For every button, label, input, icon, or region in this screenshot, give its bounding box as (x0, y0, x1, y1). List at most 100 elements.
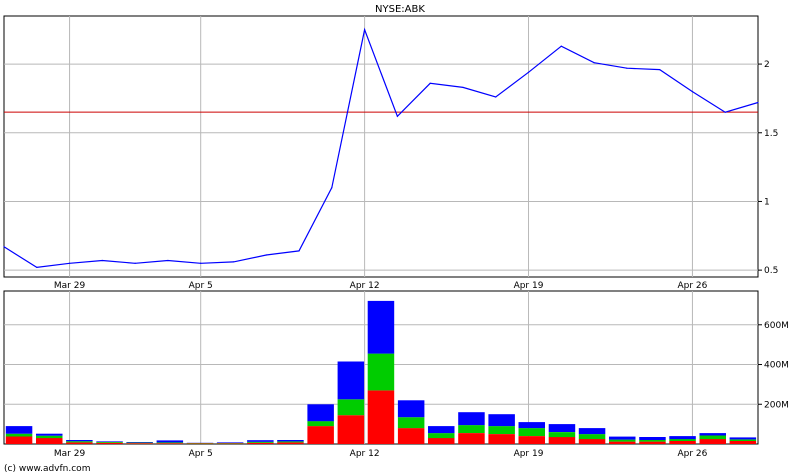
volume-bar-segment-green (729, 439, 757, 441)
volume-bar-segment-blue (639, 437, 666, 440)
volume-bar-segment-blue (699, 433, 726, 436)
price-x-tick-label: Apr 26 (677, 281, 707, 291)
price-point (134, 262, 136, 264)
volume-bar-segment-blue (216, 442, 244, 443)
price-point (396, 115, 398, 117)
chart-title: NYSE:ABK (375, 4, 425, 15)
volume-bar-segment-green (247, 441, 274, 443)
price-y-tick-label: 1.5 (764, 129, 778, 139)
price-point (331, 187, 333, 189)
volume-y-tick-label: 200M (764, 400, 789, 410)
price-point (36, 266, 38, 268)
price-point (560, 45, 562, 47)
volume-bar-segment-red (518, 436, 545, 444)
volume-bar-segment-red (458, 433, 485, 444)
volume-bar-segment-green (367, 353, 395, 391)
volume-bar-segment-red (548, 437, 576, 444)
volume-bar-segment-red (669, 441, 696, 444)
volume-bar-segment-blue (488, 414, 515, 427)
volume-panel: Mar 29 Apr 5 Apr 12 Apr 19 Apr 26 200M 400M 600… (3, 290, 789, 459)
price-frame (3, 15, 759, 278)
price-point (462, 86, 464, 89)
volume-bar-segment-red (216, 443, 244, 444)
volume-bar-segment-blue (36, 433, 63, 436)
price-point (691, 90, 694, 93)
volume-bar-segment-green (156, 442, 184, 444)
volume-bar-segment-green (277, 441, 304, 443)
volume-bar-segment-red (36, 438, 63, 444)
volume-bar-segment-red (126, 443, 153, 444)
volume-bar-segment-red (277, 442, 304, 444)
footer-credit: (c) www.advfn.com (4, 464, 90, 474)
volume-x-tick-label: Mar 29 (54, 449, 86, 459)
price-point (527, 71, 530, 73)
volume-bar-segment-green (669, 439, 696, 441)
volume-bar-segment-green (5, 433, 33, 437)
volume-bar-segment-red (639, 441, 666, 444)
price-point (429, 82, 431, 84)
price-point (232, 261, 235, 263)
volume-bar-segment-blue (578, 428, 606, 435)
volume-bar-segment-blue (5, 426, 33, 434)
volume-bar-segment-green (307, 421, 334, 427)
volume-bar-segment-blue (277, 440, 304, 442)
volume-x-tick-label: Apr 12 (350, 449, 380, 459)
volume-bar-segment-green (126, 442, 153, 444)
volume-bar-segment-red (367, 390, 395, 444)
volume-bar-segment-blue (307, 404, 334, 422)
price-point (200, 262, 202, 264)
price-panel: Mar 29 Apr 5 Apr 12 Apr 19 Apr 26 0.5 1 1.5 2 (3, 15, 778, 291)
price-x-tick-label: Apr 5 (189, 281, 213, 291)
price-point (68, 262, 71, 264)
volume-bar-segment-red (156, 443, 184, 444)
price-point (626, 67, 628, 69)
price-point (265, 254, 267, 256)
volume-bar-segment-green (518, 428, 545, 436)
chart-canvas: NYSE:ABK Mar 29 Apr 5 Apr 12 Apr 19 Apr 26 0.… (3, 4, 789, 474)
volume-y-tick-label: 600M (764, 321, 789, 331)
volume-bar-segment-green (699, 435, 726, 440)
volume-bar-segment-red (66, 442, 93, 444)
volume-bar-segment-red (337, 415, 365, 444)
volume-bar-segment-green (397, 417, 425, 429)
volume-bar-segment-blue (669, 436, 696, 440)
volume-y-tick-label: 400M (764, 361, 789, 371)
volume-bar-segment-red (428, 438, 455, 444)
volume-bar-segment-blue (66, 440, 93, 442)
volume-bar-segment-blue (367, 300, 395, 354)
volume-bar-segment-blue (247, 440, 274, 442)
volume-bar-segment-blue (126, 442, 153, 443)
price-x-tick-label: Apr 12 (350, 281, 380, 291)
volume-bar-segment-blue (397, 400, 425, 418)
volume-bar-segment-blue (156, 440, 184, 443)
volume-bar-segment-green (578, 434, 606, 440)
volume-bar-segment-red (578, 439, 606, 444)
volume-bar-segment-green (609, 439, 636, 442)
price-point (659, 68, 661, 71)
volume-bar-segment-blue (548, 424, 576, 432)
volume-bar-segment-blue (337, 361, 365, 400)
volume-bar-segment-red (699, 439, 726, 444)
price-y-tick-label: 1 (764, 197, 770, 207)
price-point (757, 101, 759, 104)
volume-bar-segment-green (96, 442, 123, 443)
price-y-tick-label: 2 (764, 60, 770, 70)
price-point (593, 62, 595, 64)
price-point (101, 259, 103, 262)
volume-bar-segment-green (337, 399, 365, 416)
price-point (724, 111, 726, 113)
volume-x-tick-label: Apr 26 (677, 449, 707, 459)
volume-bar-segment-red (247, 442, 274, 444)
price-point (298, 250, 300, 252)
volume-bar-segment-green (66, 441, 93, 443)
volume-bar-segment-blue (609, 436, 636, 440)
volume-bar-segment-green (488, 426, 515, 434)
volume-x-tick-label: Apr 5 (189, 449, 213, 459)
volume-bar-segment-red (488, 434, 515, 444)
volume-bar-segment-red (186, 443, 214, 444)
volume-x-tick-label: Apr 19 (514, 449, 544, 459)
volume-bar-segment-red (397, 428, 425, 444)
volume-bar-segment-red (307, 426, 334, 444)
volume-bar-segment-red (5, 436, 33, 444)
volume-bar-segment-red (96, 442, 123, 444)
